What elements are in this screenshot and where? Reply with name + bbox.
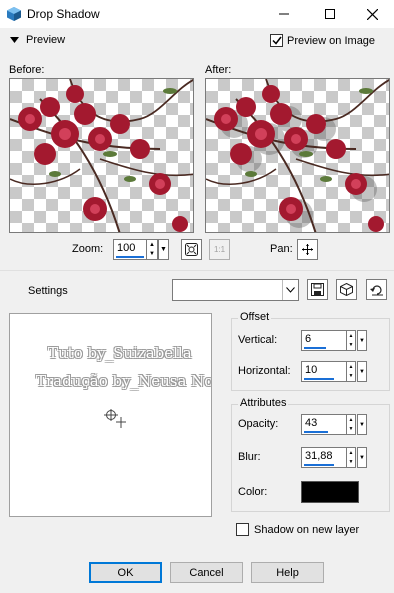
chevron-down-icon: [282, 280, 298, 300]
settings-preset-dropdown[interactable]: [172, 279, 299, 301]
attributes-group: Attributes Opacity: 43 ▲ ▼ ▼ Blur: 31,88 …: [231, 397, 390, 512]
preview-on-image-checkbox[interactable]: Preview on Image: [270, 34, 375, 47]
ok-button[interactable]: OK: [89, 562, 162, 583]
vertical-label: Vertical:: [238, 334, 278, 346]
chevron-down-icon: ▼: [359, 454, 365, 461]
opacity-dropdown-button[interactable]: ▼: [357, 414, 367, 435]
zoom-fit-button[interactable]: [181, 239, 202, 260]
opacity-label: Opacity:: [238, 418, 279, 430]
blur-spinner[interactable]: ▲ ▼: [346, 447, 356, 468]
close-button[interactable]: [350, 0, 394, 28]
spin-down-icon[interactable]: ▼: [347, 425, 355, 435]
spin-down-icon[interactable]: ▼: [347, 458, 355, 468]
minimize-button[interactable]: [262, 0, 306, 28]
spin-down-icon[interactable]: ▼: [347, 372, 355, 382]
after-preview[interactable]: [205, 78, 390, 233]
watermark-line-1: Tuto by_Suizabella: [48, 344, 192, 362]
offset-crosshair-icon[interactable]: [104, 409, 126, 429]
shadow-on-new-layer-checkbox[interactable]: Shadow on new layer: [236, 523, 359, 536]
zoom-dropdown-button[interactable]: ▼: [158, 239, 169, 260]
zoom-value: 100: [117, 242, 136, 254]
zoom-input[interactable]: 100: [113, 239, 147, 260]
watermark-line-2: Tradução by_Neusa Novaes: [36, 372, 211, 390]
spin-up-icon[interactable]: ▲: [347, 448, 355, 458]
spin-down-icon[interactable]: ▼: [347, 341, 355, 351]
floppy-disk-icon: [311, 283, 324, 296]
spin-up-icon[interactable]: ▲: [147, 240, 157, 250]
settings-label: Settings: [28, 285, 68, 297]
vertical-value: 6: [305, 333, 312, 345]
color-label: Color:: [238, 486, 268, 498]
blur-slider-bar: [304, 464, 334, 466]
pan-button[interactable]: [297, 239, 318, 260]
horizontal-dropdown-button[interactable]: ▼: [357, 361, 367, 382]
checkbox-unchecked-icon: [236, 523, 249, 536]
cancel-button[interactable]: Cancel: [170, 562, 243, 583]
vertical-spinner[interactable]: ▲ ▼: [346, 330, 356, 351]
offset-group-title: Offset: [238, 311, 272, 323]
app-icon: [7, 7, 21, 21]
blur-value: 31,88: [305, 450, 333, 462]
opacity-input[interactable]: 43: [301, 414, 347, 435]
chevron-down-icon: ▼: [359, 421, 365, 428]
spin-up-icon[interactable]: ▲: [347, 415, 355, 425]
vertical-dropdown-button[interactable]: ▼: [357, 330, 367, 351]
pan-crosshair-icon: [302, 244, 313, 255]
opacity-slider-bar: [304, 431, 328, 433]
blur-dropdown-button[interactable]: ▼: [357, 447, 367, 468]
window-title: Drop Shadow: [27, 7, 100, 21]
save-preset-button[interactable]: [307, 279, 328, 300]
after-label: After:: [205, 64, 232, 76]
horizontal-value: 10: [305, 364, 318, 376]
maximize-icon: [325, 9, 335, 19]
opacity-spinner[interactable]: ▲ ▼: [346, 414, 356, 435]
horizontal-slider-bar: [304, 378, 334, 380]
checkbox-checked-icon: [270, 34, 283, 47]
before-preview[interactable]: [9, 78, 194, 233]
opacity-value: 43: [305, 417, 318, 429]
spin-up-icon[interactable]: ▲: [347, 362, 355, 372]
shadow-color-swatch[interactable]: [301, 481, 359, 503]
flower-branch-image: [10, 79, 193, 232]
chevron-down-icon: ▼: [359, 337, 365, 344]
reset-defaults-button[interactable]: [366, 279, 387, 300]
preview-toggle-label: Preview: [26, 34, 66, 46]
reset-arrow-icon: [369, 284, 383, 295]
horizontal-spinner[interactable]: ▲ ▼: [346, 361, 356, 382]
horizontal-input[interactable]: 10: [301, 361, 347, 382]
actual-size-icon: 1:1: [213, 245, 226, 254]
attributes-group-title: Attributes: [238, 397, 289, 409]
zoom-label: Zoom:: [72, 243, 104, 255]
collapse-triangle-icon: [10, 37, 19, 43]
zoom-slider-bar: [116, 256, 144, 258]
minimize-icon: [279, 13, 289, 15]
close-icon: [366, 8, 378, 20]
blur-label: Blur:: [238, 451, 261, 463]
divider: [0, 270, 394, 271]
preview-on-image-label: Preview on Image: [287, 34, 376, 47]
offset-group: Offset Vertical: 6 ▲ ▼ ▼ Horizontal: 10 ▲…: [231, 311, 390, 391]
offset-preview-canvas[interactable]: Tuto by_Suizabella Tradução by_Neusa Nov…: [9, 313, 212, 517]
pan-label: Pan:: [270, 243, 293, 255]
chevron-down-icon: ▼: [160, 246, 167, 253]
horizontal-label: Horizontal:: [238, 365, 291, 377]
cube-icon: [340, 283, 353, 296]
before-label: Before:: [9, 64, 45, 76]
spin-up-icon[interactable]: ▲: [347, 331, 355, 341]
zoom-fit-icon: [185, 243, 198, 256]
maximize-button[interactable]: [308, 0, 352, 28]
zoom-actual-size-button[interactable]: 1:1: [209, 239, 230, 260]
flower-branch-shadow-image: [206, 79, 389, 232]
vertical-slider-bar: [304, 347, 326, 349]
spin-down-icon[interactable]: ▼: [147, 250, 157, 260]
help-button[interactable]: Help: [251, 562, 324, 583]
shadow-on-new-layer-label: Shadow on new layer: [254, 523, 360, 536]
preview-toggle[interactable]: Preview: [10, 34, 65, 46]
vertical-input[interactable]: 6: [301, 330, 347, 351]
chevron-down-icon: ▼: [359, 368, 365, 375]
preset-options-button[interactable]: [336, 279, 357, 300]
zoom-spinner[interactable]: ▲ ▼: [146, 239, 158, 260]
blur-input[interactable]: 31,88: [301, 447, 347, 468]
